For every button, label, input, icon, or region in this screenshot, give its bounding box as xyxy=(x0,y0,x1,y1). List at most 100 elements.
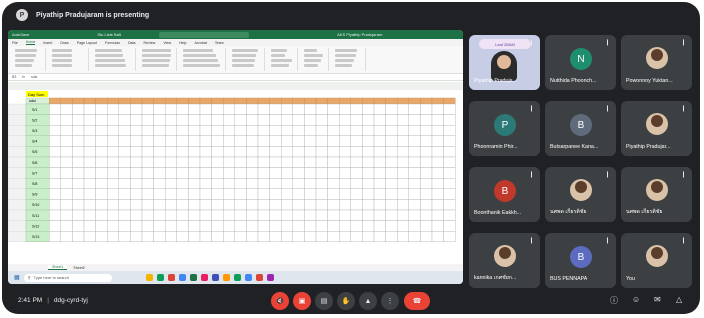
grid-cell xyxy=(350,230,363,242)
header-cell xyxy=(385,97,398,105)
excel-menu-page-layout: Page Layout xyxy=(76,40,97,45)
grid-cell xyxy=(188,220,201,232)
activities-icon[interactable]: △ xyxy=(676,295,682,304)
grid-cell xyxy=(211,199,224,211)
participant-tile[interactable]: ❙ Piyathip Pradujar... xyxy=(621,101,692,156)
excel-menu-home: Home xyxy=(25,40,36,45)
grid-cell xyxy=(176,177,189,189)
grid-cell xyxy=(397,230,410,242)
ribbon-group xyxy=(229,48,265,71)
grid-cell xyxy=(257,125,270,137)
grid-cell xyxy=(443,156,456,168)
participant-tile[interactable]: P ❙ Phoonramin Phir... xyxy=(469,101,540,156)
grid-cell xyxy=(350,156,363,168)
grid-cell xyxy=(408,146,421,158)
grid-cell xyxy=(49,167,62,179)
info-icon[interactable]: ⓘ xyxy=(610,295,618,306)
grid-cell xyxy=(118,209,131,221)
participant-tile[interactable]: B ❙ Butsarpanee Kana... xyxy=(545,101,616,156)
grid-cell xyxy=(199,146,212,158)
chat-icon[interactable]: ✉ xyxy=(654,295,661,304)
grid-cell xyxy=(176,156,189,168)
mic-muted-icon: ❙ xyxy=(680,238,686,244)
grid-cell xyxy=(397,209,410,221)
camera-off-icon: ▣ xyxy=(298,298,306,305)
grid-cell xyxy=(106,177,119,189)
grid-cell xyxy=(95,156,108,168)
grid-cell xyxy=(443,188,456,200)
participant-tile[interactable]: N ❙ Nutthida Phoonch... xyxy=(545,35,616,90)
meet-window: P Piyathip Pradujaram is presenting Auto… xyxy=(2,2,700,314)
grid-cell xyxy=(327,114,340,126)
grid-cell xyxy=(292,125,305,137)
captions-button[interactable]: ▤ xyxy=(315,292,333,310)
grid-cell xyxy=(292,220,305,232)
mic-muted-icon: ❙ xyxy=(604,106,610,112)
mic-off-button[interactable]: 🔇 xyxy=(271,292,289,310)
header-cell xyxy=(373,97,386,105)
header-cell xyxy=(211,97,224,105)
people-icon[interactable]: ☺ xyxy=(632,295,640,304)
grid-cell xyxy=(60,188,73,200)
grid-cell xyxy=(246,125,259,137)
header-cell xyxy=(95,97,108,105)
header-cell xyxy=(164,97,177,105)
row-id: S/2 xyxy=(32,118,37,122)
mic-muted-icon: ❙ xyxy=(680,40,686,46)
present-button[interactable]: ▲ xyxy=(359,292,377,310)
grid-cell xyxy=(315,220,328,232)
grid-cell xyxy=(397,220,410,232)
grid-cell xyxy=(72,199,85,211)
grid-cell xyxy=(246,135,259,147)
grid-cell xyxy=(339,220,352,232)
taskbar-app-icon xyxy=(145,274,153,281)
grid-cell xyxy=(350,199,363,211)
grid-cell xyxy=(106,114,119,126)
grid-cell xyxy=(443,167,456,179)
shared-screen[interactable]: AutoSave Stu Liste Ba5 AKS Piyathip Prad… xyxy=(8,30,463,284)
grid-cell xyxy=(420,188,433,200)
more-button[interactable]: ⋮ xyxy=(381,292,399,310)
participant-tile[interactable]: ❙ You xyxy=(621,233,692,288)
participant-avatar: B xyxy=(494,180,516,202)
raise-hand-button[interactable]: ✋ xyxy=(337,292,355,310)
grid-cell xyxy=(315,114,328,126)
camera-off-button[interactable]: ▣ xyxy=(293,292,311,310)
leave-call-button[interactable]: ☎ xyxy=(404,292,430,310)
participant-tile[interactable]: ❙ kannika เกศชัยก... xyxy=(469,233,540,288)
header-cell xyxy=(362,97,375,105)
participant-tile[interactable]: ❙ Powonnoy Yuktan... xyxy=(621,35,692,90)
raise-hand-icon: ✋ xyxy=(341,298,351,305)
grid-cell xyxy=(211,125,224,137)
participant-tile[interactable]: B ❙ BUS PENNAPA xyxy=(545,233,616,288)
header-cell xyxy=(304,97,317,105)
grid-cell xyxy=(420,125,433,137)
grid-cell xyxy=(72,167,85,179)
participant-tile[interactable]: B ❙ Boonthanik Eakkh... xyxy=(469,167,540,222)
excel-file-name: Stu Liste Ba5 xyxy=(97,32,122,37)
grid-cell xyxy=(176,103,189,115)
grid-cell xyxy=(118,220,131,232)
grid-cell xyxy=(350,167,363,179)
grid-cell xyxy=(141,167,154,179)
grid-cell xyxy=(281,156,294,168)
grid-cell xyxy=(397,103,410,115)
participant-tile[interactable]: ❙ นศพด เกียรติชัย xyxy=(621,167,692,222)
grid-cell xyxy=(153,146,166,158)
grid-cell xyxy=(234,220,247,232)
grid-cell xyxy=(95,167,108,179)
participant-tile[interactable]: ❙ นศพด เกียรติชัย xyxy=(545,167,616,222)
grid-cell xyxy=(281,103,294,115)
more-icon: ⋮ xyxy=(386,298,394,305)
fx-icon: fx xyxy=(22,75,26,79)
grid-cell xyxy=(83,103,96,115)
grid-cell xyxy=(72,177,85,189)
grid-cell xyxy=(339,103,352,115)
meeting-details: 2:41 PM | ddg-cyrd-tyj xyxy=(18,297,88,304)
header-cell xyxy=(153,97,166,105)
participant-tile[interactable]: Leaf 2BAM ❙ Piyathip Praduja... xyxy=(469,35,540,90)
header-cell xyxy=(246,97,259,105)
grid-cell xyxy=(408,177,421,189)
grid-cell xyxy=(443,199,456,211)
grid-cell xyxy=(362,209,375,221)
